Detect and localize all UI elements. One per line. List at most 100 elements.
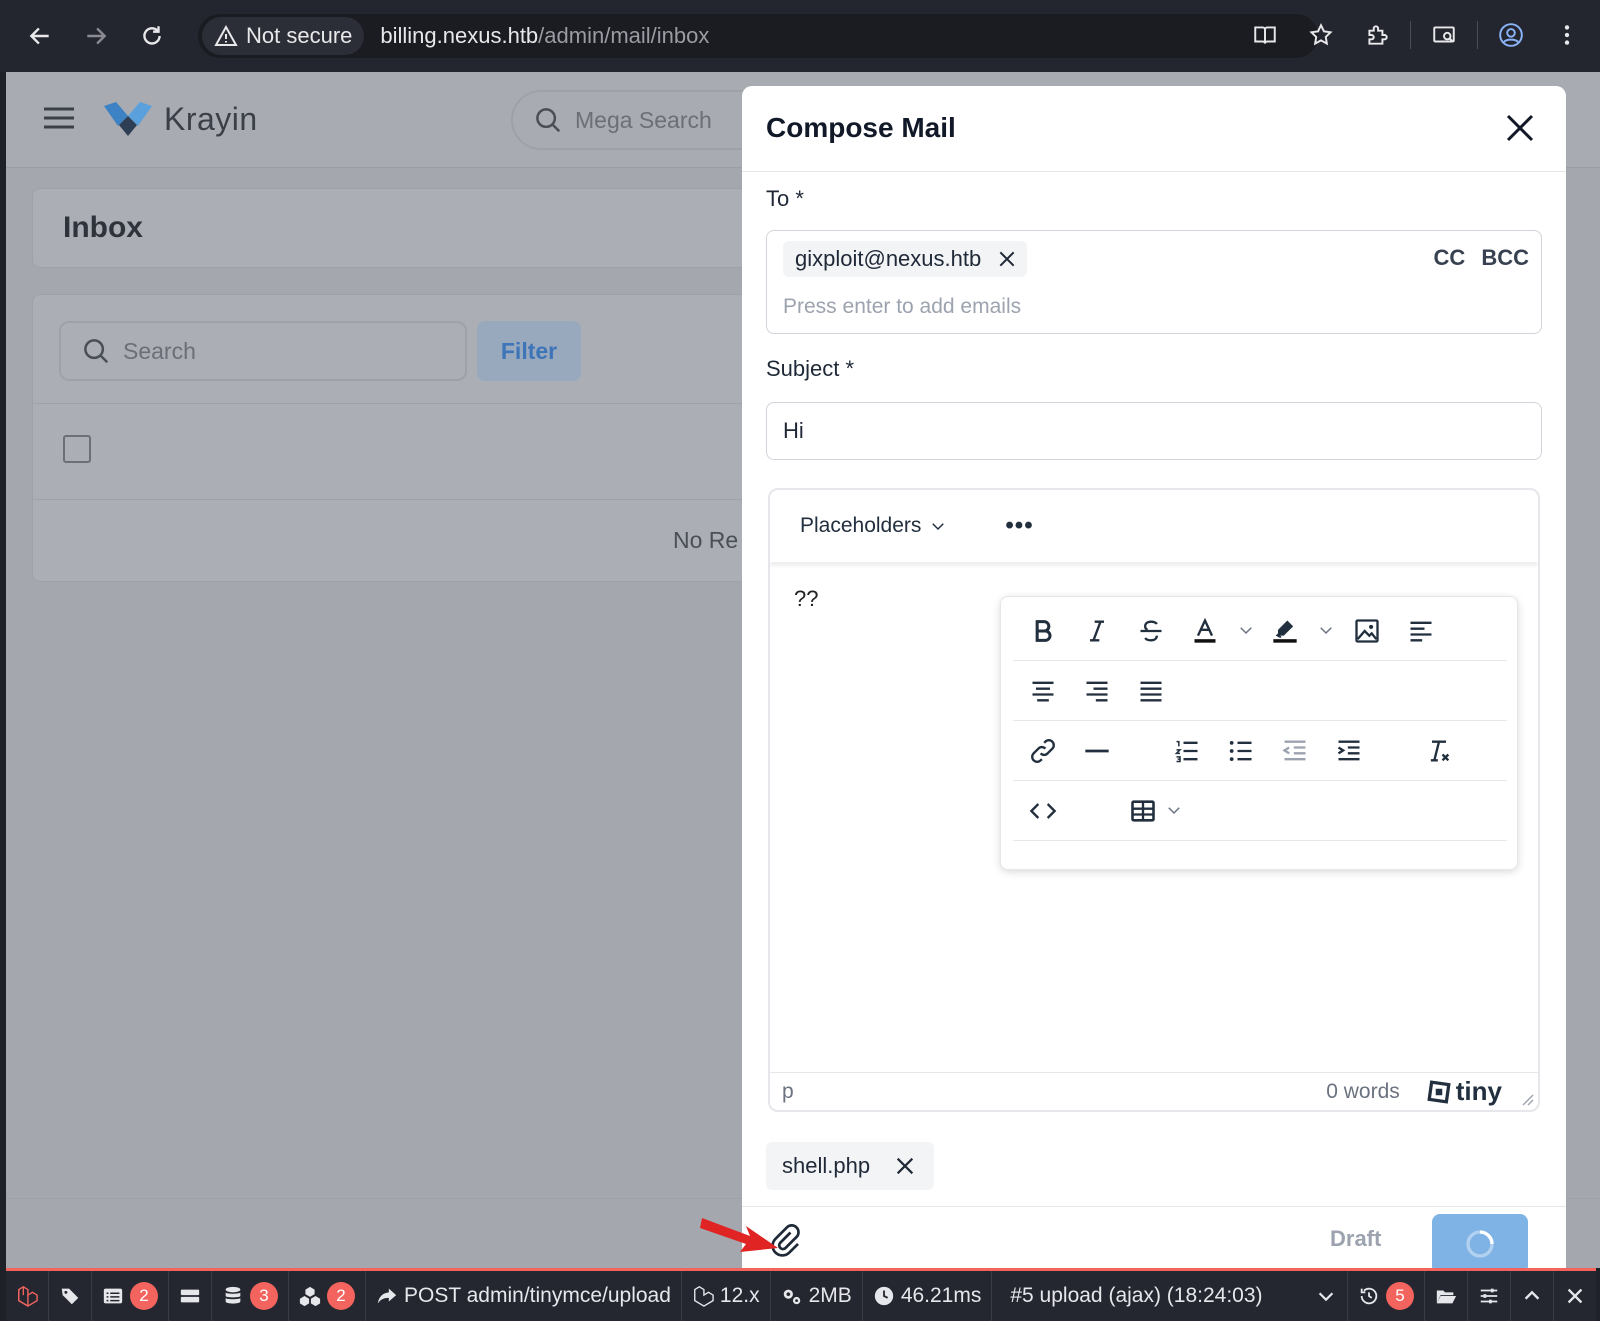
to-label: To * bbox=[766, 186, 804, 211]
outdent-button[interactable] bbox=[1275, 733, 1315, 769]
laravel-logo-button[interactable] bbox=[6, 1271, 49, 1321]
history-button[interactable]: 5 bbox=[1347, 1271, 1424, 1321]
settings-button[interactable] bbox=[1467, 1271, 1510, 1321]
horizontal-rule-button[interactable] bbox=[1077, 733, 1117, 769]
search-icon bbox=[536, 108, 561, 133]
warning-icon bbox=[214, 24, 238, 46]
address-bar[interactable]: Not secure billing.nexus.htb/admin/mail/… bbox=[198, 14, 1318, 58]
text-color-button[interactable] bbox=[1185, 613, 1225, 649]
placeholders-dropdown[interactable]: Placeholders bbox=[800, 514, 947, 538]
debugbar-messages-tab[interactable]: 2 bbox=[92, 1271, 169, 1321]
element-path[interactable]: p bbox=[782, 1080, 794, 1104]
select-all-checkbox[interactable] bbox=[63, 435, 91, 463]
back-arrow-icon bbox=[29, 27, 49, 45]
italic-button[interactable] bbox=[1077, 613, 1117, 649]
open-storage-button[interactable] bbox=[1424, 1271, 1467, 1321]
debugbar-request-selector[interactable]: #5 upload (ajax) (18:24:03) bbox=[992, 1271, 1272, 1321]
table-button[interactable] bbox=[1123, 793, 1163, 829]
insert-link-button[interactable] bbox=[1023, 733, 1063, 769]
back-button[interactable] bbox=[16, 12, 64, 60]
toolbar-separator bbox=[1410, 21, 1411, 49]
close-icon[interactable] bbox=[1502, 110, 1538, 146]
debugbar-routes-tab[interactable] bbox=[169, 1271, 212, 1321]
hamburger-icon[interactable] bbox=[44, 106, 74, 130]
browser-menu-button[interactable] bbox=[1544, 12, 1590, 58]
debugbar-request-tab[interactable]: POST admin/tinymce/upload bbox=[366, 1271, 682, 1321]
chevron-down-icon[interactable] bbox=[1237, 621, 1255, 639]
close-icon[interactable] bbox=[894, 1155, 916, 1177]
toolbar-row bbox=[1013, 661, 1507, 721]
models-count-badge: 2 bbox=[327, 1282, 355, 1310]
recipient-email: gixploit@nexus.htb bbox=[795, 246, 982, 271]
align-right-button[interactable] bbox=[1077, 673, 1117, 709]
brand-name: Krayin bbox=[164, 100, 258, 137]
text-color-icon bbox=[1194, 617, 1216, 643]
request-history-label: #5 upload (ajax) (18:24:03) bbox=[1010, 1284, 1263, 1307]
tiny-branding[interactable]: tiny bbox=[1426, 1076, 1502, 1107]
to-input-placeholder[interactable]: Press enter to add emails bbox=[783, 295, 1021, 319]
strikethrough-button[interactable] bbox=[1131, 613, 1171, 649]
align-left-button[interactable] bbox=[1401, 613, 1441, 649]
history-count-badge: 5 bbox=[1386, 1282, 1414, 1310]
reload-button[interactable] bbox=[128, 12, 176, 60]
queries-count-badge: 3 bbox=[250, 1282, 278, 1310]
list-icon bbox=[103, 1288, 123, 1304]
subject-input[interactable]: Hi bbox=[766, 402, 1542, 460]
resize-handle-icon[interactable] bbox=[1520, 1092, 1534, 1106]
bcc-button[interactable]: BCC bbox=[1481, 245, 1529, 271]
profile-button[interactable] bbox=[1488, 12, 1534, 58]
debugbar-models-tab[interactable]: 2 bbox=[289, 1271, 366, 1321]
indent-button[interactable] bbox=[1329, 733, 1369, 769]
close-debugbar-button[interactable] bbox=[1553, 1271, 1596, 1321]
highlight-button[interactable] bbox=[1265, 613, 1305, 649]
send-button[interactable] bbox=[1432, 1214, 1528, 1268]
search-input[interactable]: Search bbox=[59, 321, 467, 381]
to-field[interactable]: gixploit@nexus.htb CC BCC Press enter to… bbox=[766, 230, 1542, 334]
debugbar-queries-tab[interactable]: 3 bbox=[212, 1271, 289, 1321]
editor-body[interactable]: ?? bbox=[794, 586, 818, 612]
url-text: billing.nexus.htb/admin/mail/inbox bbox=[380, 23, 709, 49]
site-info-chip[interactable]: Not secure bbox=[202, 17, 365, 55]
extensions-button[interactable] bbox=[1354, 12, 1400, 58]
close-icon[interactable] bbox=[997, 249, 1017, 269]
align-center-button[interactable] bbox=[1023, 673, 1063, 709]
filter-button[interactable]: Filter bbox=[477, 321, 581, 381]
mail-list-card: Search Filter No Re bbox=[32, 294, 792, 582]
chevron-down-icon[interactable] bbox=[1317, 621, 1335, 639]
numbered-list-button[interactable] bbox=[1167, 733, 1207, 769]
justify-button[interactable] bbox=[1131, 673, 1171, 709]
compose-mail-modal: Compose Mail To * gixploit@nexus.htb CC … bbox=[742, 86, 1566, 1268]
editor-statusbar: p 0 words tiny bbox=[770, 1072, 1538, 1110]
bold-button[interactable] bbox=[1023, 613, 1063, 649]
bullet-list-button[interactable] bbox=[1221, 733, 1261, 769]
word-count[interactable]: 0 words bbox=[1326, 1080, 1400, 1104]
source-code-button[interactable] bbox=[1023, 793, 1063, 829]
cast-button[interactable] bbox=[1421, 12, 1467, 58]
draft-button[interactable]: Draft bbox=[1330, 1226, 1381, 1252]
more-tools-button[interactable]: ••• bbox=[1005, 512, 1033, 540]
maximize-button[interactable] bbox=[1510, 1271, 1553, 1321]
request-dropdown-button[interactable] bbox=[1305, 1271, 1347, 1321]
debugbar-tags-tab[interactable] bbox=[49, 1271, 92, 1321]
insert-image-button[interactable] bbox=[1347, 613, 1387, 649]
toolbar-row bbox=[1013, 781, 1507, 841]
clock-icon bbox=[874, 1286, 893, 1306]
reader-mode-button[interactable] bbox=[1242, 12, 1288, 58]
forward-button[interactable] bbox=[72, 12, 120, 60]
numbered-list-icon bbox=[1174, 740, 1198, 763]
bullet-list-icon bbox=[1229, 740, 1252, 762]
clear-formatting-button[interactable] bbox=[1419, 733, 1459, 769]
attachment-chip: shell.php bbox=[766, 1142, 935, 1190]
mega-search-placeholder: Mega Search bbox=[575, 106, 712, 133]
chevron-down-icon[interactable] bbox=[1165, 801, 1183, 819]
overflow-toolbar bbox=[1000, 596, 1518, 870]
bookmark-button[interactable] bbox=[1298, 12, 1344, 58]
krayin-logo[interactable]: Krayin bbox=[102, 100, 258, 138]
italic-icon bbox=[1090, 620, 1104, 642]
divider bbox=[742, 1206, 1566, 1207]
editor-toolbar: Placeholders ••• bbox=[770, 490, 1538, 562]
tags-icon bbox=[61, 1288, 79, 1305]
history-icon bbox=[1360, 1287, 1378, 1305]
divider bbox=[33, 403, 791, 404]
cc-button[interactable]: CC bbox=[1434, 245, 1466, 271]
